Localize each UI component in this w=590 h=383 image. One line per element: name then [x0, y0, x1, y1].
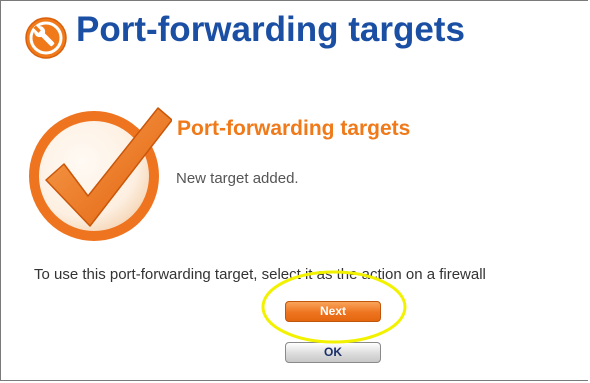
- wrench-icon: [25, 17, 67, 59]
- status-message: New target added.: [176, 170, 299, 187]
- instruction-text: To use this port-forwarding target, sele…: [34, 266, 486, 283]
- next-button[interactable]: Next: [285, 301, 381, 322]
- checkmark-icon: [29, 107, 172, 241]
- page-title: Port-forwarding targets: [76, 10, 465, 49]
- result-heading: Port-forwarding targets: [177, 117, 411, 140]
- ok-button[interactable]: OK: [285, 342, 381, 363]
